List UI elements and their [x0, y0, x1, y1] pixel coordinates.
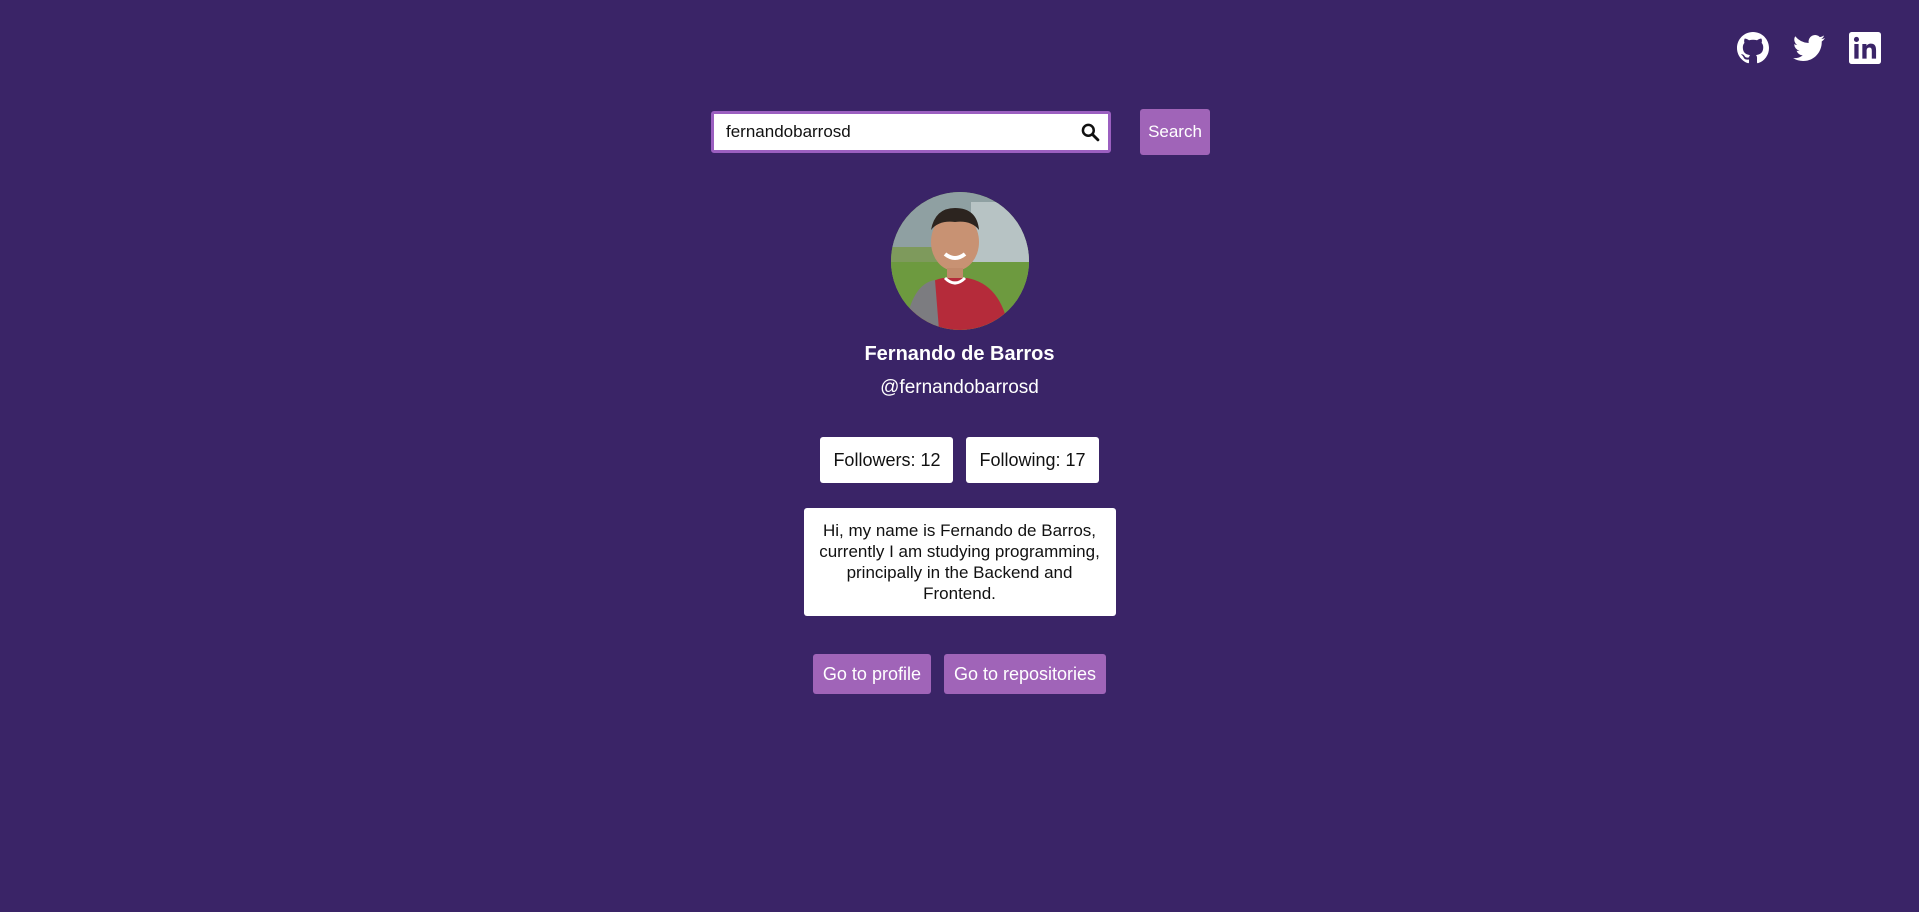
go-to-repositories-button[interactable]: Go to repositories	[943, 654, 1107, 694]
search-box	[711, 111, 1111, 153]
profile-name: Fernando de Barros	[864, 343, 1055, 365]
linkedin-link[interactable]	[1849, 32, 1881, 64]
search-row: Search	[711, 109, 1210, 155]
twitter-icon	[1793, 35, 1825, 62]
search-icon[interactable]	[1080, 122, 1100, 142]
go-to-profile-button[interactable]: Go to profile	[812, 654, 931, 694]
twitter-link[interactable]	[1793, 32, 1825, 64]
search-input[interactable]	[714, 114, 1066, 150]
search-button[interactable]: Search	[1140, 109, 1210, 155]
github-icon	[1737, 32, 1769, 64]
profile-actions: Go to profile Go to repositories	[812, 654, 1107, 694]
profile-handle: @fernandobarrosd	[880, 377, 1039, 398]
social-links	[1737, 32, 1881, 64]
linkedin-icon	[1849, 32, 1881, 64]
avatar-photo	[890, 192, 1029, 330]
avatar	[890, 192, 1029, 330]
followers-count: Followers: 12	[820, 437, 954, 483]
page: Search Fernando de Barros @fernandobarro…	[0, 0, 1919, 912]
profile-bio: Hi, my name is Fernando de Barros, curre…	[803, 508, 1116, 616]
profile-card: Fernando de Barros @fernandobarrosd Foll…	[0, 192, 1919, 694]
github-link[interactable]	[1737, 32, 1769, 64]
stats: Followers: 12 Following: 17	[820, 437, 1099, 483]
following-count: Following: 17	[966, 437, 1099, 483]
